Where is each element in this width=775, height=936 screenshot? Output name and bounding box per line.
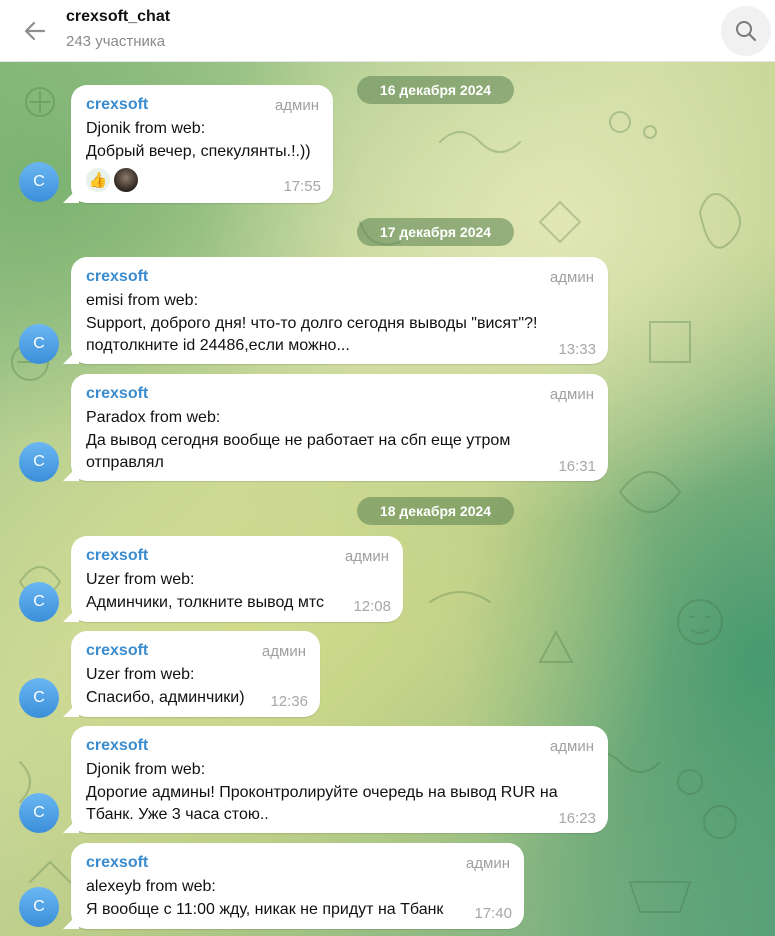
message-bubble[interactable]: crexsoft админ Uzer from web: Админчики,… (71, 536, 403, 622)
avatar[interactable]: C (19, 678, 59, 718)
role-badge: админ (344, 548, 389, 565)
arrow-left-icon (24, 21, 46, 41)
sender-name[interactable]: crexsoft (86, 96, 148, 114)
role-badge: админ (465, 855, 510, 872)
avatar[interactable]: C (19, 162, 59, 202)
role-badge: админ (261, 643, 306, 660)
message-time: 13:33 (558, 341, 596, 358)
reactor-avatar (114, 168, 138, 192)
search-icon (736, 21, 757, 42)
sender-name[interactable]: crexsoft (86, 854, 148, 872)
message-bubble[interactable]: crexsoft админ Paradox from web: Да выво… (71, 374, 608, 481)
message-bubble[interactable]: crexsoft админ alexeyb from web: Я вообщ… (71, 843, 524, 929)
chat-title[interactable]: crexsoft_chat (66, 8, 170, 26)
role-badge: админ (549, 269, 594, 286)
message-text: alexeyb from web: Я вообще с 11:00 жду, … (86, 878, 444, 918)
message-time: 17:40 (474, 905, 512, 922)
role-badge: админ (549, 738, 594, 755)
sender-name[interactable]: crexsoft (86, 268, 148, 286)
sender-name[interactable]: crexsoft (86, 642, 148, 660)
role-badge: админ (549, 386, 594, 403)
reactions[interactable]: 👍 (86, 168, 138, 192)
role-badge: админ (274, 97, 319, 114)
message-time: 12:08 (353, 598, 391, 615)
message-bubble[interactable]: crexsoft админ Djonik from web: Дорогие … (71, 726, 608, 833)
message-text: Paradox from web: Да вывод сегодня вообщ… (86, 409, 511, 471)
message-text: Djonik from web: Добрый вечер, спекулянт… (86, 120, 311, 160)
avatar[interactable]: C (19, 442, 59, 482)
date-separator: 17 декабря 2024 (357, 218, 514, 246)
sender-name[interactable]: crexsoft (86, 385, 148, 403)
message-bubble[interactable]: crexsoft админ Uzer from web: Спасибо, а… (71, 631, 320, 717)
message-time: 16:23 (558, 810, 596, 827)
message-time: 17:55 (283, 178, 321, 195)
message-text: Djonik from web: Дорогие админы! Проконт… (86, 761, 558, 823)
thumbs-up-reaction[interactable]: 👍 (86, 168, 110, 192)
search-button[interactable] (721, 6, 771, 56)
sender-name[interactable]: crexsoft (86, 547, 148, 565)
message-text: Uzer from web: Админчики, толкните вывод… (86, 571, 324, 611)
member-count: 243 участника (66, 33, 166, 50)
message-bubble[interactable]: crexsoft админ Djonik from web: Добрый в… (71, 85, 333, 203)
message-time: 12:36 (270, 693, 308, 710)
avatar[interactable]: C (19, 793, 59, 833)
message-time: 16:31 (558, 458, 596, 475)
avatar[interactable]: C (19, 582, 59, 622)
date-separator: 16 декабря 2024 (357, 76, 514, 104)
message-text: Uzer from web: Спасибо, админчики) (86, 666, 245, 706)
chat-header: crexsoft_chat 243 участника (0, 0, 775, 62)
message-bubble[interactable]: crexsoft админ emisi from web: Support, … (71, 257, 608, 364)
back-button[interactable] (18, 14, 52, 48)
avatar[interactable]: C (19, 324, 59, 364)
message-list[interactable]: 16 декабря 2024 17 декабря 2024 18 декаб… (0, 62, 775, 936)
message-text: emisi from web: Support, доброго дня! чт… (86, 292, 538, 354)
sender-name[interactable]: crexsoft (86, 737, 148, 755)
avatar[interactable]: C (19, 887, 59, 927)
date-separator: 18 декабря 2024 (357, 497, 514, 525)
